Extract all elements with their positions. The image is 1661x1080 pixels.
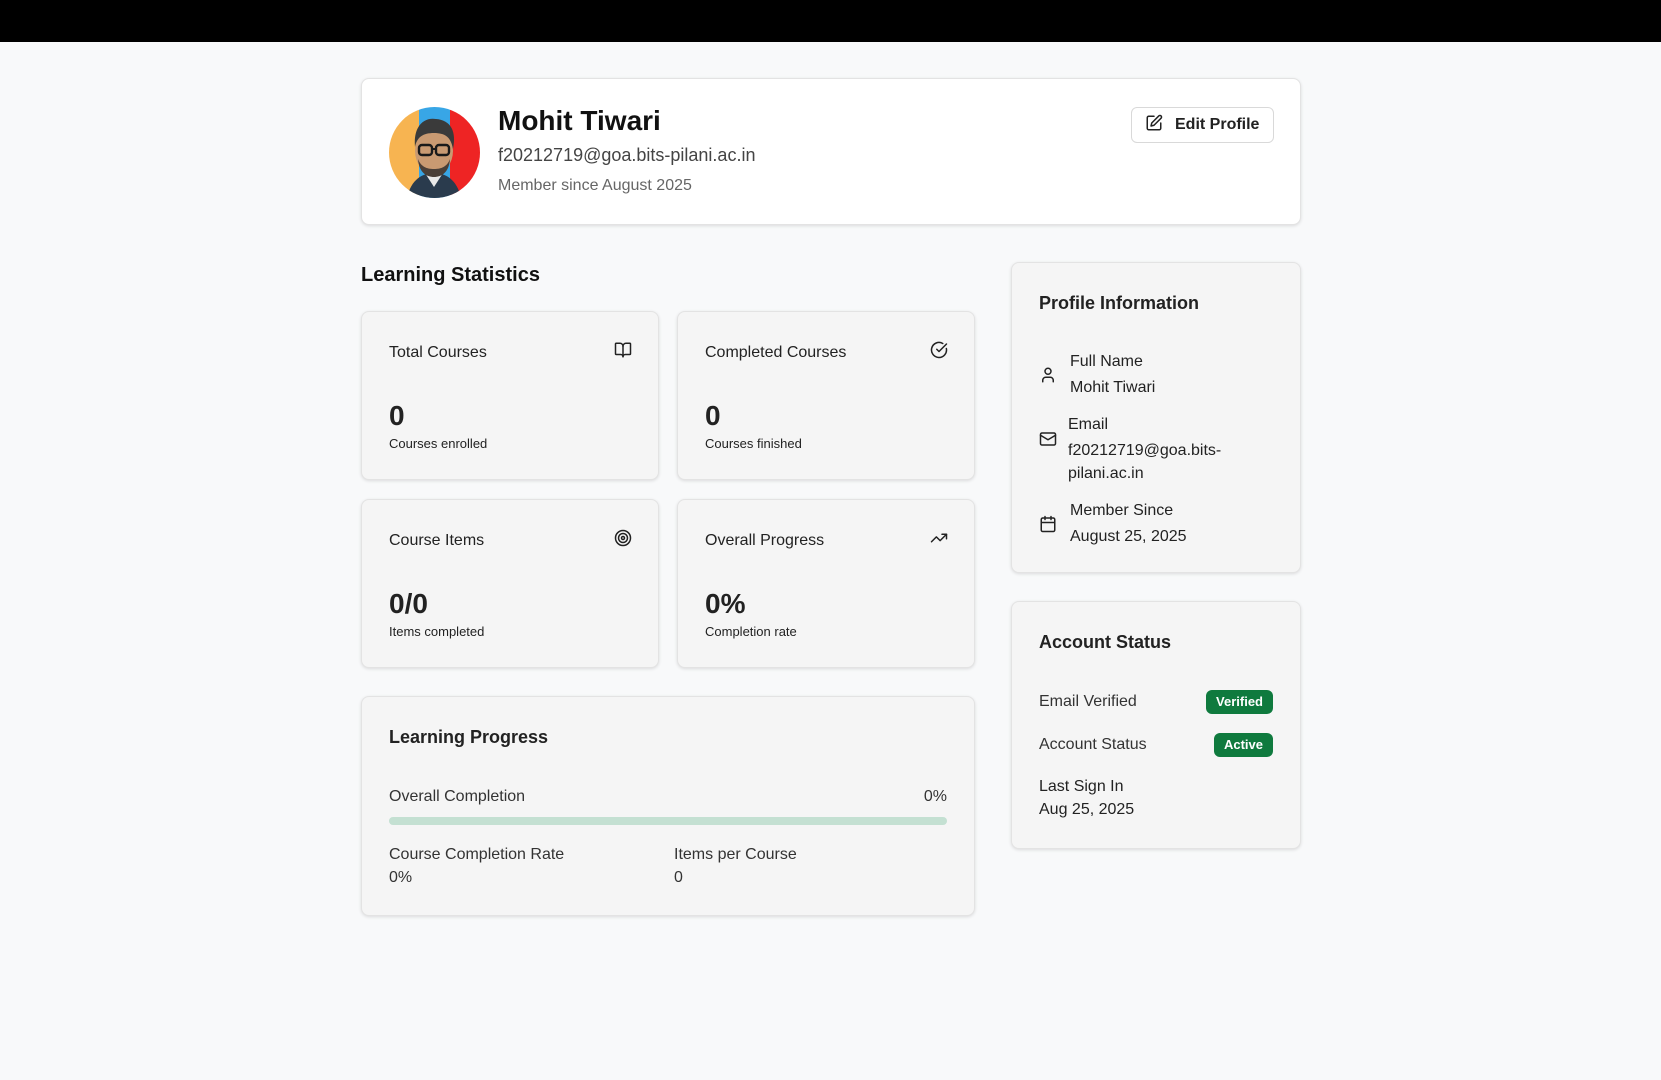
user-icon bbox=[1039, 366, 1057, 384]
account-status-card: Account Status Email Verified Verified A… bbox=[1011, 601, 1301, 849]
edit-profile-label: Edit Profile bbox=[1175, 116, 1260, 133]
overall-completion-value: 0% bbox=[923, 788, 947, 805]
email-verified-label: Email Verified bbox=[1039, 693, 1137, 710]
edit-icon bbox=[1145, 114, 1163, 137]
active-badge: Active bbox=[1213, 733, 1273, 757]
learning-progress-card: Learning Progress Overall Completion 0% … bbox=[361, 696, 975, 916]
stat-value: 0 bbox=[705, 400, 721, 431]
top-bar bbox=[0, 0, 1661, 42]
avatar bbox=[389, 107, 480, 198]
target-icon bbox=[614, 529, 632, 547]
member-since-value: August 25, 2025 bbox=[1070, 528, 1187, 545]
stat-label: Completed Courses bbox=[705, 344, 847, 361]
mail-icon bbox=[1039, 430, 1057, 448]
stat-value: 0 bbox=[389, 400, 405, 431]
stat-subtext: Completion rate bbox=[705, 624, 797, 639]
overall-completion-label: Overall Completion bbox=[389, 788, 526, 805]
course-completion-rate-value: 0% bbox=[389, 869, 413, 886]
user-name: Mohit Tiwari bbox=[498, 105, 661, 136]
verified-badge: Verified bbox=[1206, 690, 1273, 714]
book-icon bbox=[614, 341, 632, 359]
stat-label: Total Courses bbox=[389, 344, 487, 361]
account-status-label: Account Status bbox=[1039, 736, 1147, 753]
course-completion-rate-label: Course Completion Rate bbox=[389, 846, 565, 863]
stat-value: 0/0 bbox=[389, 588, 428, 619]
overall-completion-progress-bar bbox=[389, 817, 947, 825]
last-sign-in-label: Last Sign In bbox=[1039, 778, 1124, 795]
learning-statistics-title: Learning Statistics bbox=[361, 264, 540, 286]
stat-label: Overall Progress bbox=[705, 532, 825, 549]
stat-subtext: Courses enrolled bbox=[389, 436, 488, 451]
stat-card-total-courses: Total Courses 0 Courses enrolled bbox=[361, 311, 659, 480]
edit-profile-button[interactable]: Edit Profile bbox=[1131, 107, 1274, 143]
stat-card-completed-courses: Completed Courses 0 Courses finished bbox=[677, 311, 975, 480]
profile-information-title: Profile Information bbox=[1039, 293, 1200, 313]
member-since-label: Member Since bbox=[1070, 502, 1174, 519]
learning-progress-title: Learning Progress bbox=[389, 727, 549, 747]
profile-information-card: Profile Information Full Name Mohit Tiwa… bbox=[1011, 262, 1301, 573]
member-since-text: Member since August 2025 bbox=[498, 177, 692, 194]
account-status-title: Account Status bbox=[1039, 632, 1172, 652]
trending-up-icon bbox=[930, 529, 948, 547]
status-row-account-status: Account Status Active bbox=[1039, 733, 1273, 757]
email-label: Email bbox=[1068, 416, 1109, 433]
items-per-course-label: Items per Course bbox=[674, 846, 797, 863]
status-row-email-verified: Email Verified Verified bbox=[1039, 690, 1273, 714]
email-value: f20212719@goa.bits-pilani.ac.in bbox=[1068, 442, 1222, 482]
calendar-icon bbox=[1039, 515, 1057, 533]
stat-value: 0% bbox=[705, 588, 746, 619]
full-name-value: Mohit Tiwari bbox=[1070, 379, 1156, 396]
items-per-course-value: 0 bbox=[674, 869, 683, 886]
last-sign-in-value: Aug 25, 2025 bbox=[1039, 801, 1135, 818]
check-circle-icon bbox=[930, 341, 948, 359]
stat-subtext: Courses finished bbox=[705, 436, 802, 451]
full-name-label: Full Name bbox=[1070, 353, 1143, 370]
profile-header-card: Mohit Tiwari f20212719@goa.bits-pilani.a… bbox=[361, 78, 1301, 225]
stat-card-course-items: Course Items 0/0 Items completed bbox=[361, 499, 659, 668]
stat-label: Course Items bbox=[389, 532, 485, 549]
user-email: f20212719@goa.bits-pilani.ac.in bbox=[498, 145, 756, 165]
stat-card-overall-progress: Overall Progress 0% Completion rate bbox=[677, 499, 975, 668]
stat-subtext: Items completed bbox=[389, 624, 485, 639]
